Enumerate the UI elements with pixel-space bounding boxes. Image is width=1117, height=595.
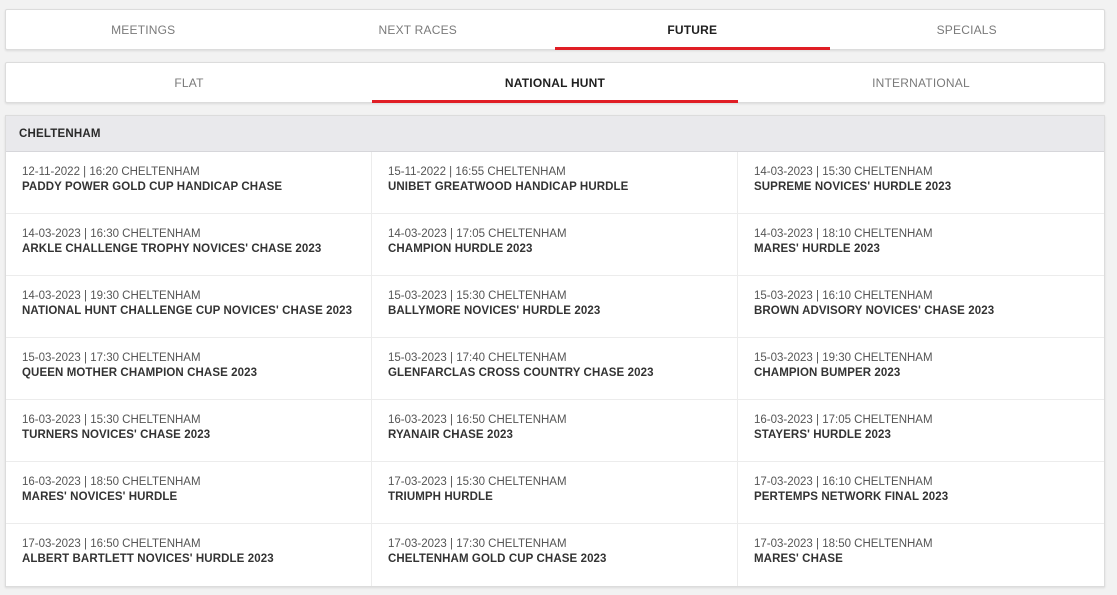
race-datetime: 15-03-2023 | 19:30 CHELTENHAM (754, 352, 933, 364)
race-name: NATIONAL HUNT CHALLENGE CUP NOVICES' CHA… (22, 305, 353, 317)
race-item[interactable]: 15-03-2023 | 16:10 CHELTENHAM BROWN ADVIS… (738, 276, 1104, 338)
race-name: BROWN ADVISORY NOVICES' CHASE 2023 (754, 305, 995, 317)
tab-national-hunt[interactable]: NATIONAL HUNT (372, 63, 738, 103)
tab-specials[interactable]: SPECIALS (830, 10, 1105, 49)
race-item[interactable]: 15-03-2023 | 19:30 CHELTENHAM CHAMPION BU… (738, 338, 1104, 400)
race-datetime: 15-11-2022 | 16:55 CHELTENHAM (388, 166, 566, 178)
race-datetime: 14-03-2023 | 18:10 CHELTENHAM (754, 228, 933, 240)
race-item[interactable]: 14-03-2023 | 15:30 CHELTENHAM SUPREME NOV… (738, 152, 1104, 214)
race-item[interactable]: 14-03-2023 | 18:10 CHELTENHAM MARES' HURD… (738, 214, 1104, 276)
race-name: BALLYMORE NOVICES' HURDLE 2023 (388, 305, 601, 317)
tab-flat[interactable]: FLAT (6, 63, 372, 102)
race-datetime: 14-03-2023 | 15:30 CHELTENHAM (754, 166, 933, 178)
race-datetime: 12-11-2022 | 16:20 CHELTENHAM (22, 166, 200, 178)
race-datetime: 14-03-2023 | 19:30 CHELTENHAM (22, 290, 201, 302)
race-item[interactable]: 14-03-2023 | 19:30 CHELTENHAM NATIONAL HU… (6, 276, 372, 338)
race-item[interactable]: 16-03-2023 | 17:05 CHELTENHAM STAYERS' HU… (738, 400, 1104, 462)
race-datetime: 14-03-2023 | 16:30 CHELTENHAM (22, 228, 201, 240)
race-name: ALBERT BARTLETT NOVICES' HURDLE 2023 (22, 553, 274, 565)
race-item[interactable]: 16-03-2023 | 15:30 CHELTENHAM TURNERS NOV… (6, 400, 372, 462)
race-name: MARES' CHASE (754, 553, 843, 565)
tab-international[interactable]: INTERNATIONAL (738, 63, 1104, 102)
race-name: MARES' NOVICES' HURDLE (22, 491, 178, 503)
race-name: MARES' HURDLE 2023 (754, 243, 880, 255)
race-name: TURNERS NOVICES' CHASE 2023 (22, 429, 211, 441)
race-datetime: 16-03-2023 | 15:30 CHELTENHAM (22, 414, 201, 426)
race-datetime: 15-03-2023 | 16:10 CHELTENHAM (754, 290, 933, 302)
tab-meetings[interactable]: MEETINGS (6, 10, 281, 49)
race-name: QUEEN MOTHER CHAMPION CHASE 2023 (22, 367, 258, 379)
tab-future[interactable]: FUTURE (555, 10, 830, 50)
race-item[interactable]: 15-03-2023 | 17:40 CHELTENHAM GLENFARCLAS… (372, 338, 738, 400)
race-grid: 12-11-2022 | 16:20 CHELTENHAM PADDY POWER… (6, 152, 1104, 586)
race-datetime: 14-03-2023 | 17:05 CHELTENHAM (388, 228, 567, 240)
race-name: PERTEMPS NETWORK FINAL 2023 (754, 491, 949, 503)
meeting-title: CHELTENHAM (6, 116, 1104, 152)
race-datetime: 17-03-2023 | 17:30 CHELTENHAM (388, 538, 567, 550)
race-name: PADDY POWER GOLD CUP HANDICAP CHASE (22, 181, 283, 193)
race-item[interactable]: 14-03-2023 | 17:05 CHELTENHAM CHAMPION HU… (372, 214, 738, 276)
race-datetime: 15-03-2023 | 17:30 CHELTENHAM (22, 352, 201, 364)
race-name: STAYERS' HURDLE 2023 (754, 429, 892, 441)
race-datetime: 16-03-2023 | 17:05 CHELTENHAM (754, 414, 933, 426)
race-name: ARKLE CHALLENGE TROPHY NOVICES' CHASE 20… (22, 243, 322, 255)
race-datetime: 17-03-2023 | 15:30 CHELTENHAM (388, 476, 567, 488)
race-name: UNIBET GREATWOOD HANDICAP HURDLE (388, 181, 629, 193)
race-item[interactable]: 17-03-2023 | 18:50 CHELTENHAM MARES' CHAS… (738, 524, 1104, 586)
race-name: GLENFARCLAS CROSS COUNTRY CHASE 2023 (388, 367, 654, 379)
race-item[interactable]: 17-03-2023 | 16:50 CHELTENHAM ALBERT BART… (6, 524, 372, 586)
race-datetime: 15-03-2023 | 17:40 CHELTENHAM (388, 352, 567, 364)
race-datetime: 16-03-2023 | 16:50 CHELTENHAM (388, 414, 567, 426)
race-item[interactable]: 17-03-2023 | 15:30 CHELTENHAM TRIUMPH HUR… (372, 462, 738, 524)
race-item[interactable]: 16-03-2023 | 18:50 CHELTENHAM MARES' NOVI… (6, 462, 372, 524)
sub-tab-bar: FLAT NATIONAL HUNT INTERNATIONAL (5, 62, 1105, 103)
race-name: CHAMPION BUMPER 2023 (754, 367, 901, 379)
race-datetime: 17-03-2023 | 16:50 CHELTENHAM (22, 538, 201, 550)
meeting-panel: CHELTENHAM 12-11-2022 | 16:20 CHELTENHAM… (5, 115, 1105, 587)
race-item[interactable]: 17-03-2023 | 17:30 CHELTENHAM CHELTENHAM … (372, 524, 738, 586)
race-datetime: 15-03-2023 | 15:30 CHELTENHAM (388, 290, 567, 302)
race-item[interactable]: 14-03-2023 | 16:30 CHELTENHAM ARKLE CHALL… (6, 214, 372, 276)
race-name: CHELTENHAM GOLD CUP CHASE 2023 (388, 553, 607, 565)
tab-next-races[interactable]: NEXT RACES (281, 10, 556, 49)
race-item[interactable]: 15-11-2022 | 16:55 CHELTENHAM UNIBET GREA… (372, 152, 738, 214)
race-datetime: 17-03-2023 | 16:10 CHELTENHAM (754, 476, 933, 488)
race-item[interactable]: 15-03-2023 | 15:30 CHELTENHAM BALLYMORE N… (372, 276, 738, 338)
race-name: RYANAIR CHASE 2023 (388, 429, 513, 441)
top-tab-bar: MEETINGS NEXT RACES FUTURE SPECIALS (5, 9, 1105, 50)
race-item[interactable]: 15-03-2023 | 17:30 CHELTENHAM QUEEN MOTHE… (6, 338, 372, 400)
race-name: TRIUMPH HURDLE (388, 491, 493, 503)
race-item[interactable]: 16-03-2023 | 16:50 CHELTENHAM RYANAIR CHA… (372, 400, 738, 462)
race-datetime: 16-03-2023 | 18:50 CHELTENHAM (22, 476, 201, 488)
race-name: CHAMPION HURDLE 2023 (388, 243, 533, 255)
race-datetime: 17-03-2023 | 18:50 CHELTENHAM (754, 538, 933, 550)
race-name: SUPREME NOVICES' HURDLE 2023 (754, 181, 952, 193)
race-item[interactable]: 12-11-2022 | 16:20 CHELTENHAM PADDY POWER… (6, 152, 372, 214)
race-item[interactable]: 17-03-2023 | 16:10 CHELTENHAM PERTEMPS NE… (738, 462, 1104, 524)
